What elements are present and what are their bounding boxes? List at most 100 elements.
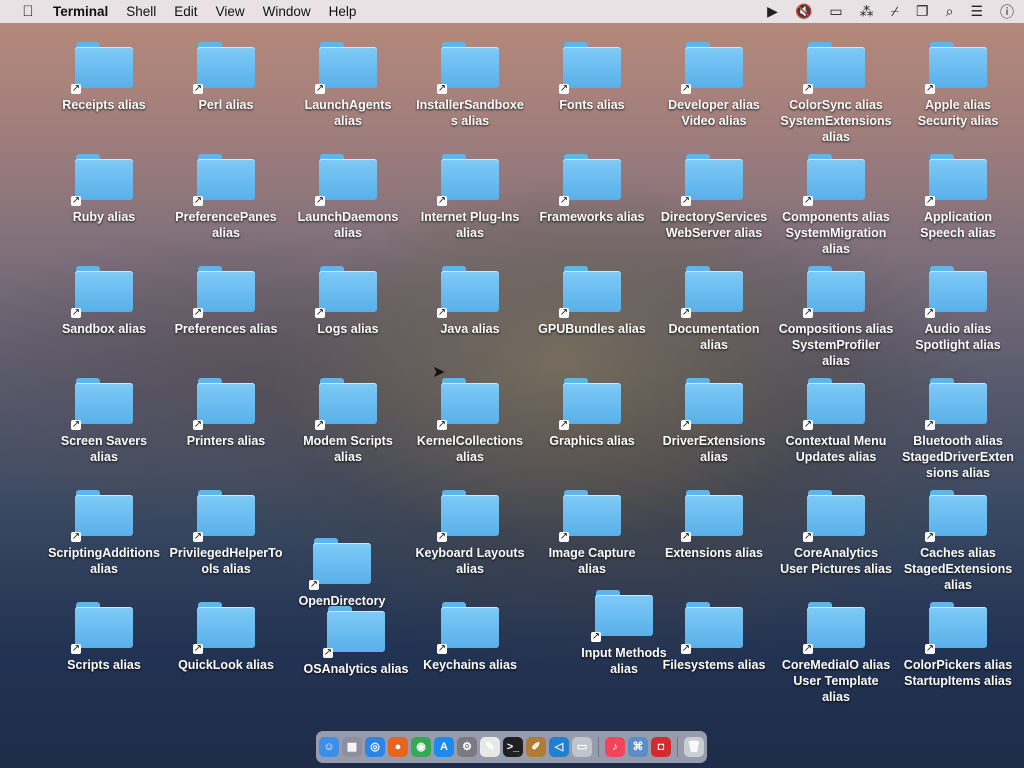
desktop-item-label: Application Speech alias <box>920 210 996 240</box>
terminal-icon[interactable]: >_ <box>503 737 523 757</box>
desktop-alias-item[interactable]: ↗ Audio alias Spotlight alias <box>898 266 1018 353</box>
dot-icon[interactable]: ⁂ <box>860 3 874 20</box>
control-center-icon[interactable]: ☰ <box>970 3 983 20</box>
launchpad-icon[interactable]: ▦ <box>342 737 362 757</box>
trash-icon[interactable]: 🗑 <box>684 737 704 757</box>
menu-view[interactable]: View <box>216 4 245 19</box>
desktop-alias-item[interactable]: ↗ Developer alias Video alias <box>654 42 774 129</box>
desktop-alias-item[interactable]: ↗ Bluetooth alias StagedDriverExten sions… <box>898 378 1018 481</box>
desktop-alias-item[interactable]: ↗ Image Capture alias <box>532 490 652 577</box>
textedit-icon[interactable]: ✎ <box>480 737 500 757</box>
desktop-alias-item[interactable]: ↗ Ruby alias <box>44 154 164 225</box>
desktop-alias-item[interactable]: ↗ Keychains alias <box>410 602 530 673</box>
desktop-alias-item[interactable]: ↗ QuickLook alias <box>166 602 286 673</box>
desktop-alias-item[interactable]: ↗ Printers alias <box>166 378 286 449</box>
desktop-item-label: Bluetooth alias StagedDriverExten sions … <box>902 434 1014 480</box>
menu-app-name[interactable]: Terminal <box>53 4 108 19</box>
desktop-alias-item[interactable]: ↗ Preferences alias <box>166 266 286 337</box>
desktop-alias-item[interactable]: ↗ ColorSync alias SystemExtensions alias <box>776 42 896 145</box>
desktop-alias-item[interactable]: ↗ Apple alias Security alias <box>898 42 1018 129</box>
search-icon[interactable]: ⌕ <box>946 3 954 20</box>
desktop-alias-item[interactable]: ↗ Documentation alias <box>654 266 774 353</box>
desktop-alias-item[interactable]: ↗ Components alias SystemMigration alias <box>776 154 896 257</box>
app-store-icon[interactable]: A <box>434 737 454 757</box>
desktop-alias-item[interactable]: ↗ PrivilegedHelperTo ols alias <box>166 490 286 577</box>
folder-alias-icon: ↗ <box>193 602 255 654</box>
desktop-alias-item[interactable]: ↗ Compositions alias SystemProfiler alias <box>776 266 896 369</box>
desktop-alias-item[interactable]: ↗ GPUBundles alias <box>532 266 652 337</box>
network-icon[interactable]: ⌘ <box>628 737 648 757</box>
wifi-off-icon[interactable]: ⌿ <box>891 3 899 20</box>
mute-icon[interactable]: 🔇 <box>795 3 812 20</box>
desktop-alias-item[interactable]: ↗ DriverExtensions alias <box>654 378 774 465</box>
desktop-alias-item[interactable]: ↗ ColorPickers alias StartupItems alias <box>898 602 1018 689</box>
apple-menu-icon[interactable]:  <box>16 3 40 20</box>
desktop-alias-item[interactable]: ↗ Scripts alias <box>44 602 164 673</box>
chrome-icon[interactable]: ◉ <box>411 737 431 757</box>
system-preferences-icon[interactable]: ⚙ <box>457 737 477 757</box>
folder-alias-icon: ↗ <box>925 378 987 430</box>
finder-icon[interactable]: ☺ <box>319 737 339 757</box>
desktop-alias-item[interactable]: ↗ ScriptingAdditions alias <box>44 490 164 577</box>
desktop-item-label: PreferencePanes alias <box>175 210 277 240</box>
script-editor-icon[interactable]: ✐ <box>526 737 546 757</box>
desktop-item-label: ColorPickers alias StartupItems alias <box>903 658 1013 688</box>
desktop-alias-item[interactable]: ↗ Extensions alias <box>654 490 774 561</box>
desktop-alias-item[interactable]: ↗ LaunchDaemons alias <box>288 154 408 241</box>
firefox-icon[interactable]: ● <box>388 737 408 757</box>
folder-alias-icon: ↗ <box>559 378 621 430</box>
desktop-item-label: Screen Savers alias <box>60 434 148 464</box>
desktop-alias-item[interactable]: ↗ KernelCollections alias <box>410 378 530 465</box>
folder-alias-icon: ↗ <box>193 490 255 542</box>
folder-alias-icon: ↗ <box>315 154 377 206</box>
music-icon[interactable]: ♪ <box>605 737 625 757</box>
play-icon[interactable]: ▶ <box>767 3 778 20</box>
menu-help[interactable]: Help <box>329 4 357 19</box>
desktop-alias-item[interactable]: ↗ Receipts alias <box>44 42 164 113</box>
desktop-item-label: KernelCollections alias <box>416 434 524 464</box>
desktop-item-label: QuickLook alias <box>178 658 274 672</box>
desktop-alias-item[interactable]: ↗ Modem Scripts alias <box>288 378 408 465</box>
desktop-alias-item[interactable]: ↗ Caches alias StagedExtensions alias <box>898 490 1018 593</box>
vscode-icon[interactable]: ◁ <box>549 737 569 757</box>
desktop-alias-item[interactable]: ↗ Logs alias <box>288 266 408 337</box>
desktop-alias-item[interactable]: ↗ Java alias <box>410 266 530 337</box>
desktop-alias-item[interactable]: ↗ Internet Plug-Ins alias <box>410 154 530 241</box>
menu-window[interactable]: Window <box>263 4 311 19</box>
desktop-alias-item[interactable]: ↗ Perl alias <box>166 42 286 113</box>
folder-alias-icon: ↗ <box>437 490 499 542</box>
folder-alias-icon: ↗ <box>925 490 987 542</box>
desktop-alias-item[interactable]: ↗ Frameworks alias <box>532 154 652 225</box>
windows-icon[interactable]: ❐ <box>916 3 929 20</box>
folder-alias-icon: ↗ <box>925 602 987 654</box>
desktop-alias-item[interactable]: ↗ InstallerSandboxe s alias <box>410 42 530 129</box>
display-icon[interactable]: ▭ <box>829 3 842 20</box>
desktop-alias-item[interactable]: ↗ OSAnalytics alias <box>296 606 416 677</box>
menu-edit[interactable]: Edit <box>174 4 197 19</box>
desktop-alias-item[interactable]: ↗ Sandbox alias <box>44 266 164 337</box>
desktop-alias-item[interactable]: ↗ Screen Savers alias <box>44 378 164 465</box>
desktop-alias-item[interactable]: ↗ OpenDirectory <box>282 538 402 609</box>
desktop-alias-item[interactable]: ↗ Graphics alias <box>532 378 652 449</box>
desktop-alias-item[interactable]: ↗ PreferencePanes alias <box>166 154 286 241</box>
dock: ☺ ▦ ◎ ● ◉ A ⚙ ✎ >_ ✐ ◁ ▭ ♪ ⌘ ◘ 🗑 <box>316 731 707 763</box>
folder-alias-icon: ↗ <box>803 266 865 318</box>
folder-alias-icon: ↗ <box>681 378 743 430</box>
desktop-alias-item[interactable]: ↗ LaunchAgents alias <box>288 42 408 129</box>
desktop-alias-item[interactable]: ↗ Contextual Menu Updates alias <box>776 378 896 465</box>
desktop-alias-item[interactable]: ↗ DirectoryServices WebServer alias <box>654 154 774 241</box>
desktop-alias-item[interactable]: ↗ Filesystems alias <box>654 602 774 673</box>
desktop-alias-item[interactable]: ↗ CoreAnalytics User Pictures alias <box>776 490 896 577</box>
photo-booth-icon[interactable]: ◘ <box>651 737 671 757</box>
safari-icon[interactable]: ◎ <box>365 737 385 757</box>
menu-shell[interactable]: Shell <box>126 4 156 19</box>
folder-alias-icon: ↗ <box>193 42 255 94</box>
desktop-alias-item[interactable]: ↗ CoreMediaIO alias User Template alias <box>776 602 896 705</box>
desktop-alias-item[interactable]: ↗ Fonts alias <box>532 42 652 113</box>
folder-alias-icon: ↗ <box>315 42 377 94</box>
siri-icon[interactable]: ⓘ <box>1000 2 1014 22</box>
desktop-item-label: Perl alias <box>198 98 254 112</box>
disk-icon[interactable]: ▭ <box>572 737 592 757</box>
desktop-alias-item[interactable]: ↗ Keyboard Layouts alias <box>410 490 530 577</box>
desktop-alias-item[interactable]: ↗ Application Speech alias <box>898 154 1018 241</box>
